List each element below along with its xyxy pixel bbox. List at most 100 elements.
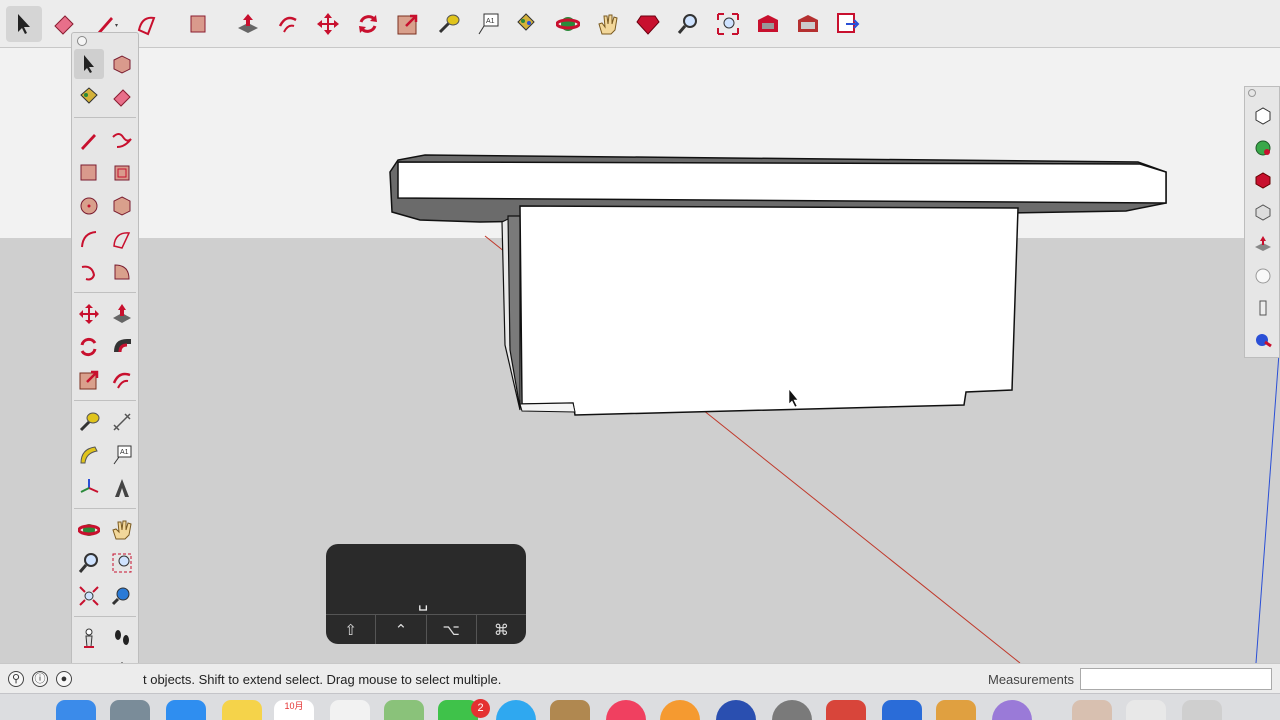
palette-3pt-arc-tool[interactable] bbox=[74, 257, 104, 287]
rotate-tool-button[interactable] bbox=[350, 6, 386, 42]
view-top-button[interactable] bbox=[1251, 136, 1275, 160]
paint-bucket-tool-button[interactable] bbox=[508, 6, 544, 42]
palette-walk-tool[interactable] bbox=[107, 623, 137, 653]
app-blue-dock-icon[interactable] bbox=[882, 700, 922, 720]
music-dock-icon[interactable] bbox=[606, 700, 646, 720]
palette-dimension-tool[interactable] bbox=[107, 407, 137, 437]
palette-freehand-tool[interactable] bbox=[107, 125, 137, 155]
palette-scale-tool[interactable] bbox=[74, 365, 104, 395]
documents-stack-dock-icon[interactable] bbox=[1126, 700, 1166, 720]
shift-key-indicator: ⇧ bbox=[326, 615, 377, 644]
safari-dock-icon[interactable] bbox=[166, 700, 206, 720]
arrow-cursor-icon bbox=[18, 14, 30, 34]
photos-dock-icon[interactable] bbox=[660, 700, 700, 720]
palette-axes-tool[interactable] bbox=[74, 473, 104, 503]
palette-select-tool[interactable] bbox=[74, 49, 104, 79]
app-orange-dock-icon[interactable] bbox=[936, 700, 976, 720]
move-tool-button[interactable] bbox=[310, 6, 346, 42]
palette-2pt-arc-tool[interactable] bbox=[107, 224, 137, 254]
credits-icon[interactable]: ⓘ bbox=[32, 671, 48, 687]
tape-measure-tool-button[interactable] bbox=[430, 6, 466, 42]
downloads-stack-dock-icon[interactable] bbox=[1072, 700, 1112, 720]
select-tool-button[interactable] bbox=[6, 6, 42, 42]
scale-tool-button[interactable] bbox=[390, 6, 426, 42]
palette-paint-bucket[interactable] bbox=[74, 82, 104, 112]
launchpad-dock-icon[interactable] bbox=[110, 700, 150, 720]
palette-zoom-extents-tool[interactable] bbox=[74, 581, 104, 611]
notes-dock-icon[interactable] bbox=[222, 700, 262, 720]
view-right-button[interactable] bbox=[1251, 200, 1275, 224]
sketchup-dock-icon[interactable] bbox=[826, 700, 866, 720]
palette-circle-tool[interactable] bbox=[74, 191, 104, 221]
tabletop-face[interactable] bbox=[397, 161, 1167, 204]
zoom-tool-button[interactable] bbox=[670, 6, 706, 42]
view-left-button[interactable] bbox=[1251, 264, 1275, 288]
ruby-console-button[interactable] bbox=[630, 6, 666, 42]
push-pull-tool-button[interactable] bbox=[230, 6, 266, 42]
palette-text-tool[interactable]: A1 bbox=[107, 440, 137, 470]
view-bottom-button[interactable] bbox=[1251, 296, 1275, 320]
geolocation-icon[interactable]: ⚲ bbox=[8, 671, 24, 687]
space-key-indicator: ␣ bbox=[418, 594, 429, 611]
reminders-dock-icon[interactable] bbox=[330, 700, 370, 720]
extension-warehouse-button[interactable] bbox=[790, 6, 826, 42]
palette-previous-view-tool[interactable] bbox=[107, 581, 137, 611]
zoom-extents-icon bbox=[717, 13, 739, 35]
palette-make-component[interactable] bbox=[107, 49, 137, 79]
three-point-arc-icon bbox=[81, 265, 96, 281]
front-panel[interactable] bbox=[519, 205, 1019, 416]
send-to-layout-button[interactable] bbox=[830, 6, 866, 42]
view-iso-button[interactable] bbox=[1251, 104, 1275, 128]
orbit-tool-button[interactable] bbox=[550, 6, 586, 42]
panel-foot-left[interactable] bbox=[519, 402, 576, 413]
system-preferences-dock-icon[interactable] bbox=[772, 700, 812, 720]
palette-push-pull-tool[interactable] bbox=[107, 299, 137, 329]
facetime-dock-icon[interactable] bbox=[496, 700, 536, 720]
zoom-extents-button[interactable] bbox=[710, 6, 746, 42]
paint-bucket-icon bbox=[517, 13, 535, 31]
palette-move-tool[interactable] bbox=[74, 299, 104, 329]
magnifier-icon bbox=[78, 553, 98, 573]
palette-polygon-tool[interactable] bbox=[107, 191, 137, 221]
palette-follow-me-tool[interactable] bbox=[107, 332, 137, 362]
model-viewport[interactable] bbox=[0, 48, 1280, 663]
palette-rotate-tool[interactable] bbox=[74, 332, 104, 362]
palette-protractor-tool[interactable] bbox=[74, 440, 104, 470]
pan-tool-button[interactable] bbox=[590, 6, 626, 42]
app-dock-icon[interactable] bbox=[550, 700, 590, 720]
palette-orbit-tool[interactable] bbox=[74, 515, 104, 545]
palette-rotated-rectangle-tool[interactable] bbox=[107, 158, 137, 188]
calendar-dock-icon[interactable]: 10月 bbox=[274, 700, 314, 720]
measurements-input[interactable] bbox=[1080, 668, 1272, 690]
ruby-gem-icon bbox=[636, 15, 660, 35]
palette-rectangle-tool[interactable] bbox=[74, 158, 104, 188]
palette-3d-text-tool[interactable] bbox=[107, 473, 137, 503]
palette-eraser[interactable] bbox=[107, 82, 137, 112]
palette-close-button[interactable] bbox=[77, 36, 87, 46]
trash-dock-icon[interactable] bbox=[1182, 700, 1222, 720]
finder-dock-icon[interactable] bbox=[56, 700, 96, 720]
rotate-icon bbox=[80, 337, 97, 357]
palette-zoom-tool[interactable] bbox=[74, 548, 104, 578]
palette-arc-tool[interactable] bbox=[74, 224, 104, 254]
view-back-button[interactable] bbox=[1251, 232, 1275, 256]
text-tool-button[interactable]: A1 bbox=[470, 6, 506, 42]
palette-line-tool[interactable] bbox=[74, 125, 104, 155]
palette-zoom-window-tool[interactable] bbox=[107, 548, 137, 578]
view-front-button[interactable] bbox=[1251, 168, 1275, 192]
rectangle-tool-button[interactable] bbox=[182, 6, 218, 42]
view-extra-button[interactable] bbox=[1251, 328, 1275, 352]
right-palette-close-button[interactable] bbox=[1248, 89, 1256, 97]
offset-tool-button[interactable] bbox=[270, 6, 306, 42]
palette-pan-tool[interactable] bbox=[107, 515, 137, 545]
palette-offset-tool[interactable] bbox=[107, 365, 137, 395]
maps-dock-icon[interactable] bbox=[384, 700, 424, 720]
warehouse-icon bbox=[758, 15, 778, 32]
palette-tape-measure-tool[interactable] bbox=[74, 407, 104, 437]
palette-pie-tool[interactable] bbox=[107, 257, 137, 287]
app-purple-dock-icon[interactable] bbox=[992, 700, 1032, 720]
palette-position-camera-tool[interactable] bbox=[74, 623, 104, 653]
app-store-dock-icon[interactable] bbox=[716, 700, 756, 720]
user-account-icon[interactable]: ● bbox=[56, 671, 72, 687]
warehouse-button[interactable] bbox=[750, 6, 786, 42]
